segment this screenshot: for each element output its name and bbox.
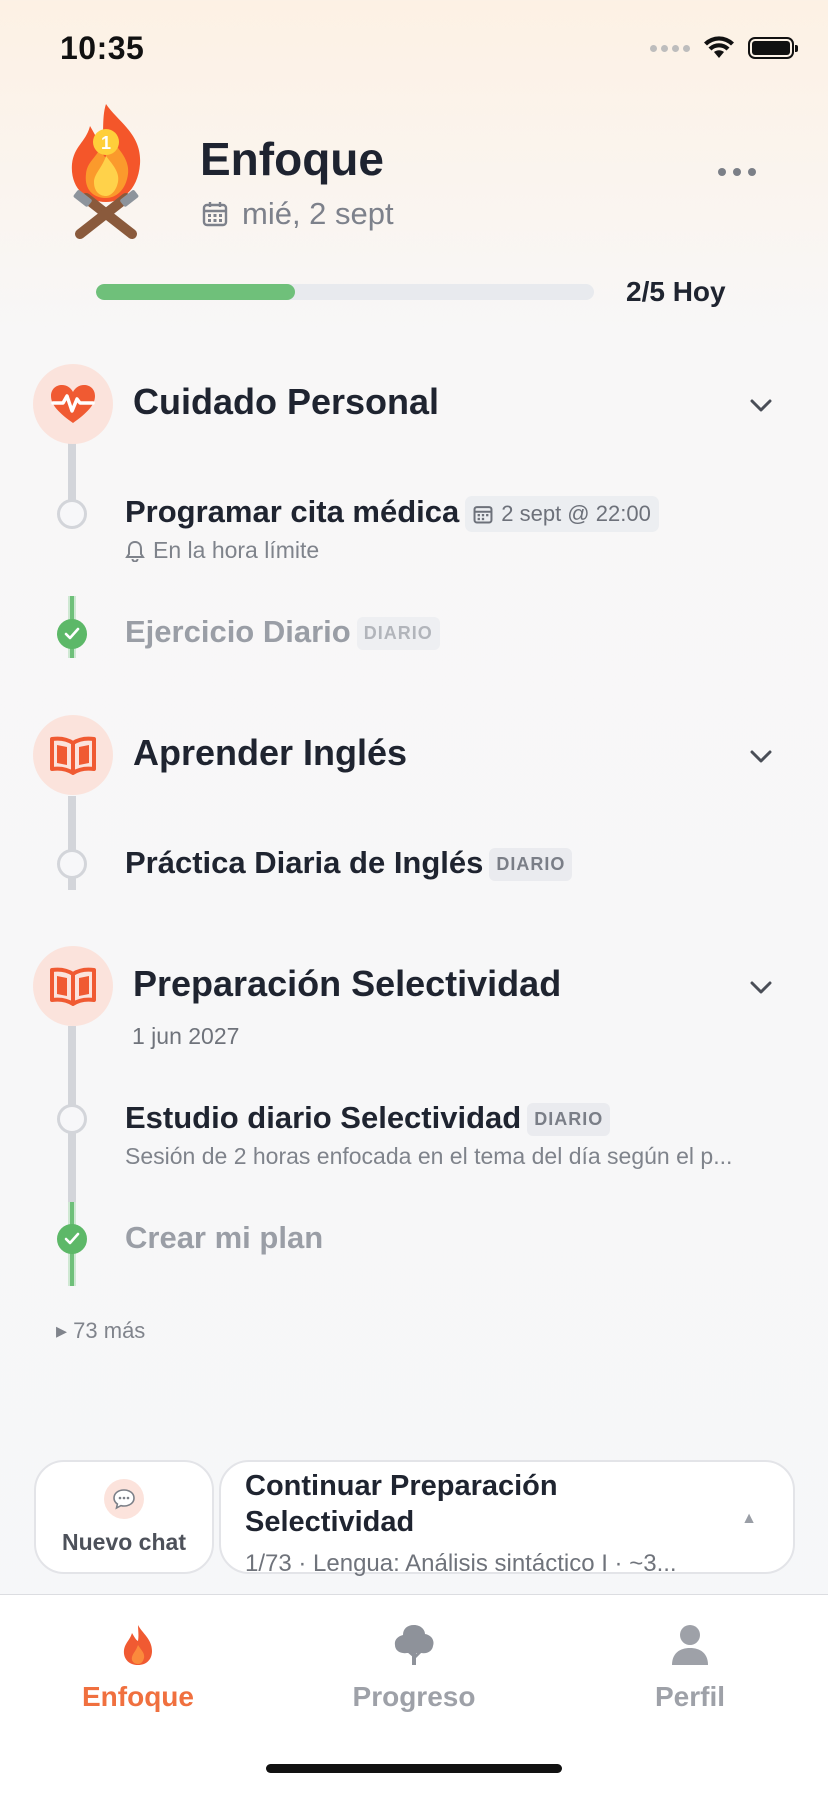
wifi-icon	[704, 36, 734, 58]
task-item[interactable]: Crear mi plan	[125, 1220, 323, 1256]
more-dot-icon	[718, 168, 726, 176]
svg-text:1: 1	[101, 133, 111, 153]
checkmark-icon	[64, 1232, 80, 1245]
daily-tag: DIARIO	[356, 617, 440, 651]
goal-deadline: 1 jun 2027	[132, 1023, 240, 1049]
due-date-chip: 2 sept @ 22:00	[465, 495, 659, 532]
tab-label: Perfil	[654, 1681, 726, 1712]
tab-label: Progreso	[352, 1681, 476, 1712]
daily-progress-fill	[96, 284, 296, 300]
task-checkbox[interactable]	[57, 1104, 87, 1134]
home-indicator	[266, 1764, 562, 1773]
tab-enfoque[interactable]: Enfoque	[38, 1623, 238, 1713]
task-item[interactable]: Programar cita médica 2 sept @ 22:00	[125, 494, 659, 532]
task-title: Práctica Diaria de Inglés	[125, 845, 484, 880]
bell-icon	[125, 540, 145, 562]
task-title: Programar cita médica	[125, 494, 460, 529]
continue-plan-subtitle: 1/73 · Lengua: Análisis sintáctico I · ~…	[245, 1550, 677, 1577]
chevron-down-icon[interactable]	[748, 743, 774, 769]
tab-perfil[interactable]: Perfil	[590, 1623, 790, 1713]
open-book-icon	[50, 967, 96, 1006]
tab-label: Enfoque	[82, 1681, 194, 1712]
calendar-icon	[202, 202, 228, 227]
task-title: Ejercicio Diario	[125, 614, 351, 649]
category-badge	[33, 715, 113, 795]
checkmark-icon	[64, 627, 80, 640]
flame-icon	[123, 1625, 152, 1665]
chat-bubble-icon	[104, 1478, 144, 1519]
task-item[interactable]: Estudio diario Selectividad DIARIO	[125, 1100, 611, 1137]
expand-up-icon[interactable]: ▲	[741, 1510, 757, 1528]
battery-icon	[748, 37, 798, 59]
tab-progreso[interactable]: Progreso	[314, 1623, 514, 1713]
open-book-icon	[50, 736, 96, 775]
daily-tag: DIARIO	[489, 848, 573, 882]
daily-progress-label: 2/5 Hoy	[626, 276, 726, 307]
task-checkbox[interactable]	[57, 849, 87, 879]
status-time: 10:35	[60, 30, 145, 66]
person-icon	[672, 1625, 708, 1665]
due-date-text: 2 sept @ 22:00	[501, 500, 651, 526]
page-title: Enfoque	[200, 133, 384, 185]
calendar-icon	[473, 505, 493, 524]
task-reminder: En la hora límite	[125, 537, 319, 564]
task-title: Estudio diario Selectividad	[125, 1100, 522, 1135]
task-checkbox-checked[interactable]	[57, 1224, 87, 1254]
tree-icon	[394, 1625, 434, 1665]
streak-fire-logo-icon: 1	[71, 104, 141, 239]
task-description: Sesión de 2 horas enfocada en el tema de…	[125, 1143, 733, 1169]
status-icons	[650, 36, 798, 60]
task-checkbox-checked[interactable]	[57, 619, 87, 649]
task-reminder-text: En la hora límite	[153, 537, 320, 563]
new-chat-label: Nuevo chat	[62, 1528, 186, 1555]
category-title[interactable]: Aprender Inglés	[133, 732, 407, 774]
category-badge	[33, 946, 113, 1026]
chevron-down-icon[interactable]	[748, 974, 774, 1000]
daily-progress-bar	[96, 284, 594, 300]
task-title: Crear mi plan	[125, 1220, 324, 1255]
new-chat-button[interactable]: Nuevo chat	[34, 1460, 214, 1574]
task-item[interactable]: Práctica Diaria de Inglés DIARIO	[125, 845, 573, 882]
more-options-button[interactable]	[718, 168, 756, 176]
header-date: mié, 2 sept	[202, 196, 394, 232]
continue-plan-title: Continuar Preparación Selectividad	[245, 1470, 558, 1538]
task-item[interactable]: Ejercicio Diario DIARIO	[125, 614, 440, 651]
heart-pulse-icon	[51, 385, 95, 423]
daily-tag: DIARIO	[527, 1103, 611, 1137]
category-title[interactable]: Preparación Selectividad	[133, 963, 561, 1005]
category-title[interactable]: Cuidado Personal	[133, 381, 439, 423]
chevron-down-icon[interactable]	[748, 392, 774, 418]
header-date-text: mié, 2 sept	[242, 196, 394, 231]
task-checkbox[interactable]	[57, 499, 87, 529]
continue-plan-card[interactable]: Continuar Preparación Selectividad 1/73 …	[219, 1460, 795, 1577]
show-more-link[interactable]: ▸ 73 más	[56, 1318, 145, 1344]
category-badge	[33, 364, 113, 444]
cellular-signal-icon	[650, 44, 690, 52]
